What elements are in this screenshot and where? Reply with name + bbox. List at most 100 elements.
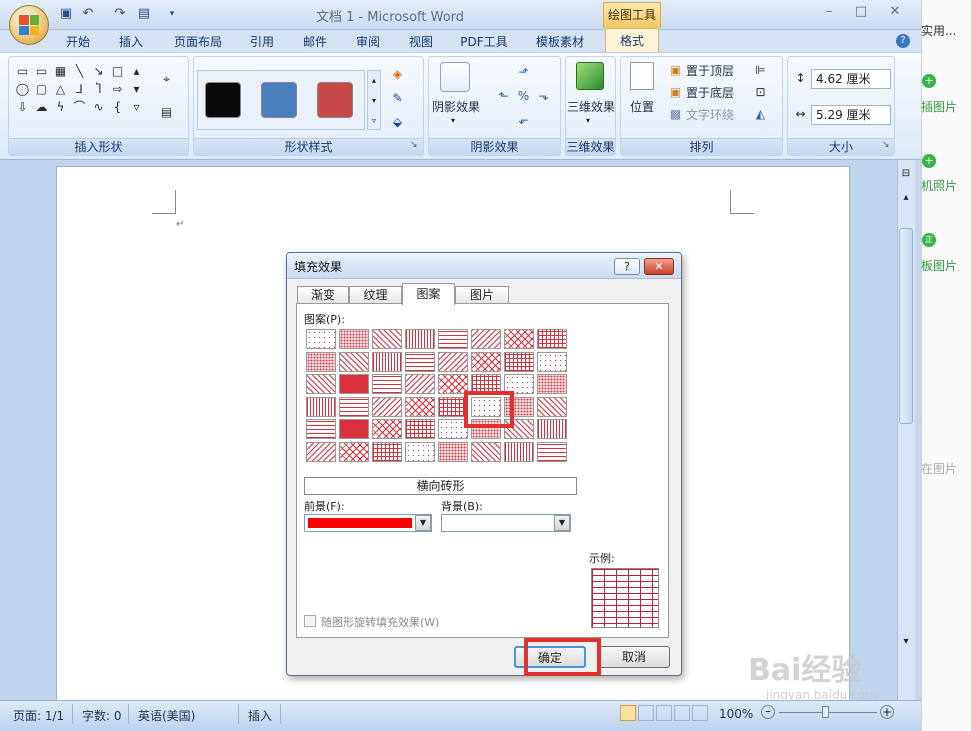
rounded-rect-shape-icon[interactable]: ▢ — [33, 81, 50, 96]
pattern-swatch[interactable] — [504, 441, 534, 462]
style-swatch-red[interactable] — [317, 82, 353, 118]
pattern-swatch[interactable] — [372, 419, 402, 439]
status-word-count[interactable]: 字数: 0 — [82, 707, 122, 724]
pattern-swatch[interactable] — [438, 329, 468, 349]
zoom-level[interactable]: 100% — [719, 707, 753, 721]
tab-page-layout[interactable]: 页面布局 — [167, 32, 229, 52]
nudge-down-icon[interactable]: ⬐ — [515, 112, 532, 127]
tab-pdf-tools[interactable]: PDF工具 — [455, 32, 513, 52]
tab-mailings[interactable]: 邮件 — [297, 32, 333, 52]
scroll-down-icon[interactable]: ▾ — [128, 81, 145, 96]
status-language[interactable]: 英语(美国) — [138, 707, 195, 724]
pattern-swatch[interactable] — [306, 441, 336, 462]
scroll-down-arrow-icon[interactable]: ▾ — [899, 636, 913, 650]
pattern-swatch[interactable] — [372, 374, 402, 394]
pattern-swatch[interactable] — [372, 441, 402, 462]
status-page[interactable]: 页面: 1/1 — [13, 707, 64, 724]
curve-shape-icon[interactable]: ∿ — [90, 99, 107, 114]
oval-shape-icon[interactable]: ◯ — [14, 81, 31, 96]
position-icon[interactable] — [630, 62, 654, 90]
pattern-swatch[interactable] — [405, 441, 435, 462]
edit-shape-icon[interactable]: ⌖ — [158, 72, 175, 87]
shadow-effect-button[interactable]: 阴影效果 — [432, 98, 480, 115]
pattern-swatch[interactable] — [306, 351, 336, 372]
pattern-swatch[interactable] — [405, 419, 435, 439]
scrollbar-thumb[interactable] — [899, 228, 913, 424]
nudge-left-icon[interactable]: ⬑ — [495, 88, 512, 103]
fill-bucket-icon[interactable]: ◈ — [389, 66, 406, 81]
dialog-launcher-icon[interactable]: ↘ — [410, 140, 418, 150]
right-arrow-shape-icon[interactable]: ⇨ — [109, 81, 126, 96]
help-icon[interactable]: ? — [896, 34, 910, 48]
zoom-out-icon[interactable]: – — [761, 705, 775, 719]
pattern-swatch[interactable] — [306, 396, 336, 417]
add-text-icon[interactable]: ▤ — [158, 104, 175, 119]
pattern-swatch[interactable] — [306, 374, 336, 394]
text-wrap-button[interactable]: 文字环绕 — [686, 106, 734, 123]
tab-insert[interactable]: 插入 — [113, 32, 149, 52]
tab-gradient[interactable]: 渐变 — [297, 286, 349, 304]
width-input[interactable]: 5.29 厘米 — [811, 105, 891, 125]
style-gallery-scroll[interactable]: ▴ ▾ ▿ — [367, 70, 381, 130]
pattern-swatch[interactable] — [339, 441, 369, 462]
zoom-slider-thumb[interactable] — [822, 706, 829, 718]
3d-effect-icon[interactable] — [576, 62, 604, 90]
pattern-swatch[interactable] — [537, 419, 567, 439]
nudge-up-icon[interactable]: ⬏ — [515, 64, 532, 79]
pattern-swatch[interactable] — [372, 329, 402, 349]
pattern-swatch[interactable] — [405, 329, 435, 349]
cloud-shape-icon[interactable]: ☁ — [33, 99, 50, 114]
pattern-swatch[interactable] — [537, 441, 567, 462]
rectangle-shape-icon[interactable]: □ — [109, 63, 126, 78]
maximize-button[interactable]: □ — [850, 4, 872, 22]
outline-pen-icon[interactable]: ✎ — [389, 90, 406, 105]
pattern-swatch[interactable] — [537, 351, 567, 372]
reading-view-icon[interactable] — [638, 705, 654, 721]
change-shape-icon[interactable]: ⬙ — [389, 114, 406, 129]
pattern-swatch[interactable] — [471, 441, 501, 462]
dialog-launcher-icon[interactable]: ↘ — [882, 140, 890, 150]
dialog-close-button[interactable]: ✕ — [644, 258, 674, 275]
qat-customize-icon[interactable]: ▾ — [164, 6, 180, 22]
shadow-toggle-icon[interactable]: % — [515, 88, 532, 103]
zoom-in-icon[interactable]: + — [880, 705, 894, 719]
elbow-connector-icon[interactable]: ⅃ — [71, 81, 88, 96]
scroll-up-arrow-icon[interactable]: ▴ — [899, 192, 913, 206]
pattern-swatch[interactable] — [471, 329, 501, 349]
position-button[interactable]: 位置 — [630, 98, 654, 115]
group-objects-icon[interactable]: ⊡ — [752, 84, 769, 99]
minimize-button[interactable]: – — [818, 4, 840, 22]
pattern-swatch[interactable] — [339, 396, 369, 417]
pattern-swatch[interactable] — [438, 351, 468, 372]
textbox-shape-icon[interactable]: ▦ — [52, 63, 69, 78]
pattern-swatch[interactable] — [504, 329, 534, 349]
textbox-shape-icon[interactable]: ▭ — [14, 63, 31, 78]
background-color-select[interactable]: ▼ — [441, 514, 571, 532]
pattern-swatch[interactable] — [306, 329, 336, 349]
draft-view-icon[interactable] — [692, 705, 708, 721]
nudge-right-icon[interactable]: ⬎ — [535, 88, 552, 103]
pattern-swatch[interactable] — [537, 396, 567, 417]
tab-review[interactable]: 审阅 — [350, 32, 386, 52]
print-layout-icon[interactable] — [620, 705, 636, 721]
foreground-color-select[interactable]: ▼ — [304, 514, 432, 532]
office-button[interactable] — [9, 5, 49, 45]
side-panel-insert-image[interactable]: 插图片 — [921, 98, 971, 115]
3d-effect-button[interactable]: 三维效果 — [567, 98, 615, 115]
redo-icon[interactable]: ↷ — [112, 6, 128, 22]
pattern-swatch[interactable] — [372, 351, 402, 372]
pattern-swatch[interactable] — [405, 396, 435, 417]
line-shape-icon[interactable]: ╲ — [71, 63, 88, 78]
pattern-swatch[interactable] — [504, 351, 534, 372]
side-panel-item[interactable]: 在图片 — [921, 460, 971, 477]
brace-shape-icon[interactable]: { — [109, 99, 126, 114]
pattern-swatch[interactable] — [339, 419, 369, 439]
pattern-swatch[interactable] — [405, 374, 435, 394]
tab-references[interactable]: 引用 — [244, 32, 280, 52]
tab-picture[interactable]: 图片 — [455, 286, 509, 304]
chevron-down-icon[interactable]: ▼ — [554, 515, 570, 531]
cancel-button[interactable]: 取消 — [598, 646, 670, 668]
align-icon[interactable]: ⊫ — [752, 62, 769, 77]
bring-to-front-button[interactable]: 置于顶层 — [686, 62, 734, 79]
chevron-down-icon[interactable]: ▼ — [415, 515, 431, 531]
